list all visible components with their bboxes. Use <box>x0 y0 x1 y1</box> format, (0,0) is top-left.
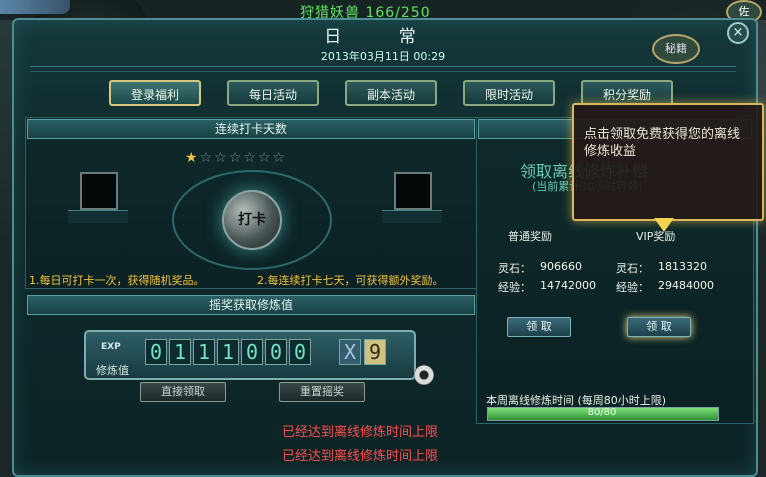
tooltip <box>572 103 764 221</box>
normal-stone-value: 906660 <box>540 260 582 273</box>
system-message-1: 已经达到离线修炼时间上限 <box>282 425 439 440</box>
tooltip-text: 点击领取免费获得您的离线修炼收益 <box>584 127 741 159</box>
normal-exp-value: 14742000 <box>540 279 596 292</box>
vip-stone-value: 1813320 <box>658 260 707 273</box>
normal-stone-label: 灵石： <box>498 262 531 275</box>
exp-label: EXP <box>101 342 121 352</box>
star-icon: ☆ <box>228 150 244 166</box>
claim-direct-button[interactable]: 直接领取 <box>140 382 226 402</box>
checkin-rule-2: 2.每连续打卡七天，可获得额外奖励。 <box>257 274 444 287</box>
tab-login-bonus[interactable]: 登录福利 <box>109 80 201 106</box>
weekly-progress-text: 80/80 <box>587 407 617 418</box>
title-divider <box>30 66 736 72</box>
lottery-multiplier: 9 <box>364 339 386 365</box>
weekly-limit-label: 本周离线修炼时间 (每周80小时上限) <box>486 394 667 407</box>
secret-book-button[interactable]: 秘籍 <box>652 34 700 64</box>
checkin-rule-1: 1.每日可打卡一次，获得随机奖品。 <box>29 274 205 287</box>
normal-claim-button[interactable]: 领 取 <box>507 317 571 337</box>
lottery-digit: 1 <box>169 339 191 365</box>
normal-reward-title: 普通奖励 <box>508 230 552 243</box>
close-button[interactable]: × <box>727 22 749 44</box>
reward-slot-right[interactable] <box>394 172 432 210</box>
reset-lottery-button[interactable]: 重置摇奖 <box>279 382 365 402</box>
reward-slot-left[interactable] <box>80 172 118 210</box>
lottery-digit: 1 <box>217 339 239 365</box>
down-arrow-icon <box>654 218 674 232</box>
tab-dungeon-activity[interactable]: 副本活动 <box>345 80 437 106</box>
normal-exp-label: 经验： <box>498 281 531 294</box>
lottery-digit: 1 <box>193 339 215 365</box>
vip-claim-button[interactable]: 领 取 <box>627 317 691 337</box>
window-title: 日 常 <box>324 27 442 47</box>
vip-exp-label: 经验： <box>616 281 649 294</box>
checkin-stars: ★☆☆☆☆☆☆ <box>185 150 287 166</box>
star-icon: ☆ <box>214 150 229 166</box>
vip-stone-label: 灵石： <box>616 262 649 275</box>
checkin-header: 连续打卡天数 <box>27 119 475 139</box>
reward-slot-left-base <box>68 210 128 223</box>
lottery-lever-knob[interactable] <box>414 365 434 385</box>
lottery-digit: 0 <box>289 339 311 365</box>
star-icon: ☆ <box>243 150 258 166</box>
punch-card-button[interactable]: 打卡 <box>222 190 282 250</box>
star-icon: ☆ <box>199 150 215 166</box>
lottery-digit: 0 <box>241 339 263 365</box>
tab-limited-activity[interactable]: 限时活动 <box>463 80 555 106</box>
reward-slot-right-base <box>382 210 442 223</box>
lottery-digit: 0 <box>145 339 167 365</box>
cultivate-label: 修炼值 <box>96 364 129 377</box>
tab-daily-activity[interactable]: 每日活动 <box>227 80 319 106</box>
lottery-header: 摇奖获取修炼值 <box>27 295 475 315</box>
window-datetime: 2013年03月11日 00:29 <box>320 50 446 63</box>
lottery-digit: 0 <box>265 339 287 365</box>
star-icon: ☆ <box>272 150 287 166</box>
system-message-2: 已经达到离线修炼时间上限 <box>282 449 439 464</box>
hud-health-bar <box>0 0 70 14</box>
star-icon: ★ <box>185 150 200 166</box>
star-icon: ☆ <box>257 150 273 166</box>
lottery-mult-sign: X <box>339 339 361 365</box>
vip-exp-value: 29484000 <box>658 279 714 292</box>
